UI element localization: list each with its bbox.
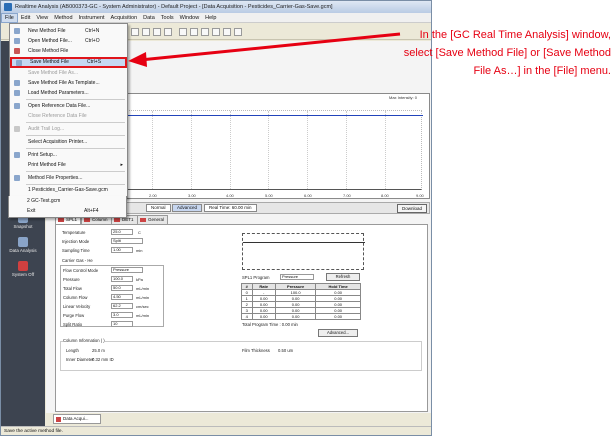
annotation-text: In the [GC Real Time Analysis] window, s…: [403, 29, 611, 77]
